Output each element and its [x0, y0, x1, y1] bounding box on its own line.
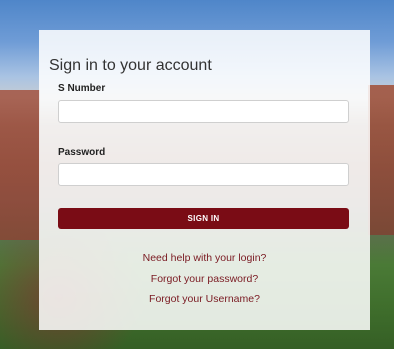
login-help-link[interactable]: Need help with your login? [39, 252, 370, 264]
login-title: Sign in to your account [49, 57, 212, 74]
snumber-input[interactable] [58, 100, 349, 123]
forgot-username-link[interactable]: Forgot your Username? [39, 293, 370, 305]
sign-in-button[interactable]: SIGN IN [58, 208, 349, 229]
snumber-label: S Number [58, 83, 106, 94]
login-card: Sign in to your account S Number Passwor… [39, 30, 370, 330]
password-label: Password [58, 147, 106, 158]
password-input[interactable] [58, 163, 349, 186]
forgot-password-link[interactable]: Forgot your password? [39, 273, 370, 285]
